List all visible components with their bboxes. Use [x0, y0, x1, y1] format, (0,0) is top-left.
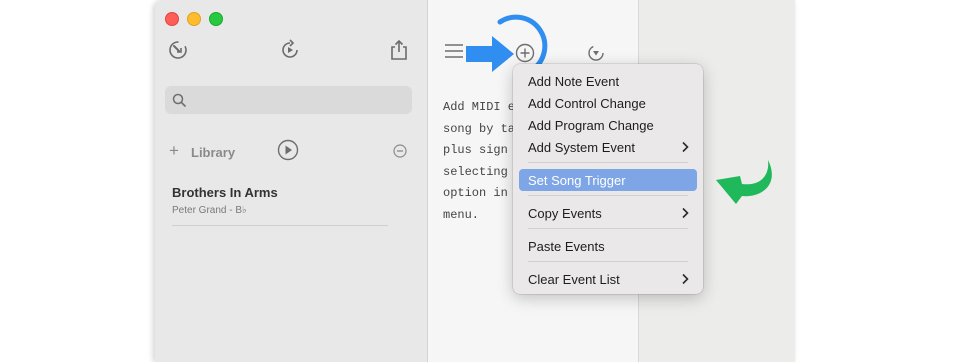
menu-item-set-song-trigger[interactable]: Set Song Trigger — [519, 169, 697, 191]
menu-item-add-program-change[interactable]: Add Program Change — [519, 114, 697, 136]
search-input[interactable] — [191, 90, 405, 112]
menu-item-paste-events[interactable]: Paste Events — [519, 235, 697, 257]
context-menu: Add Note Event Add Control Change Add Pr… — [513, 64, 703, 294]
search-icon — [172, 93, 186, 107]
menu-item-add-control-change[interactable]: Add Control Change — [519, 92, 697, 114]
chevron-right-icon — [682, 273, 689, 285]
menu-separator — [528, 228, 688, 229]
library-label[interactable]: Library — [191, 145, 235, 160]
zoom-window-button[interactable] — [209, 12, 223, 26]
share-icon[interactable] — [387, 38, 411, 62]
chevron-right-icon — [682, 207, 689, 219]
add-icon[interactable]: + — [169, 141, 179, 161]
menu-item-clear-event-list[interactable]: Clear Event List — [519, 268, 697, 290]
menu-item-add-system-event[interactable]: Add System Event — [519, 136, 697, 158]
menu-separator — [528, 162, 688, 163]
add-event-button[interactable] — [514, 42, 536, 64]
song-title[interactable]: Brothers In Arms — [172, 185, 278, 200]
remove-icon[interactable] — [393, 144, 407, 158]
song-subtitle: Peter Grand - B♭ — [172, 205, 247, 216]
sidebar: + Library Brothers In Arms Peter Grand -… — [155, 0, 428, 362]
window-controls — [165, 12, 223, 26]
play-icon[interactable] — [277, 139, 299, 161]
menu-separator — [528, 195, 688, 196]
minimize-window-button[interactable] — [187, 12, 201, 26]
loop-refresh-icon[interactable] — [278, 38, 302, 62]
menu-list-icon[interactable] — [445, 44, 463, 58]
library-row[interactable]: + Library — [169, 138, 413, 166]
search-field[interactable] — [165, 86, 412, 114]
close-window-button[interactable] — [165, 12, 179, 26]
trigger-icon[interactable] — [585, 42, 607, 64]
menu-item-add-note-event[interactable]: Add Note Event — [519, 70, 697, 92]
menu-separator — [528, 261, 688, 262]
menu-item-copy-events[interactable]: Copy Events — [519, 202, 697, 224]
divider — [172, 225, 388, 226]
song-tempo-icon[interactable] — [166, 38, 190, 62]
chevron-right-icon — [682, 141, 689, 153]
